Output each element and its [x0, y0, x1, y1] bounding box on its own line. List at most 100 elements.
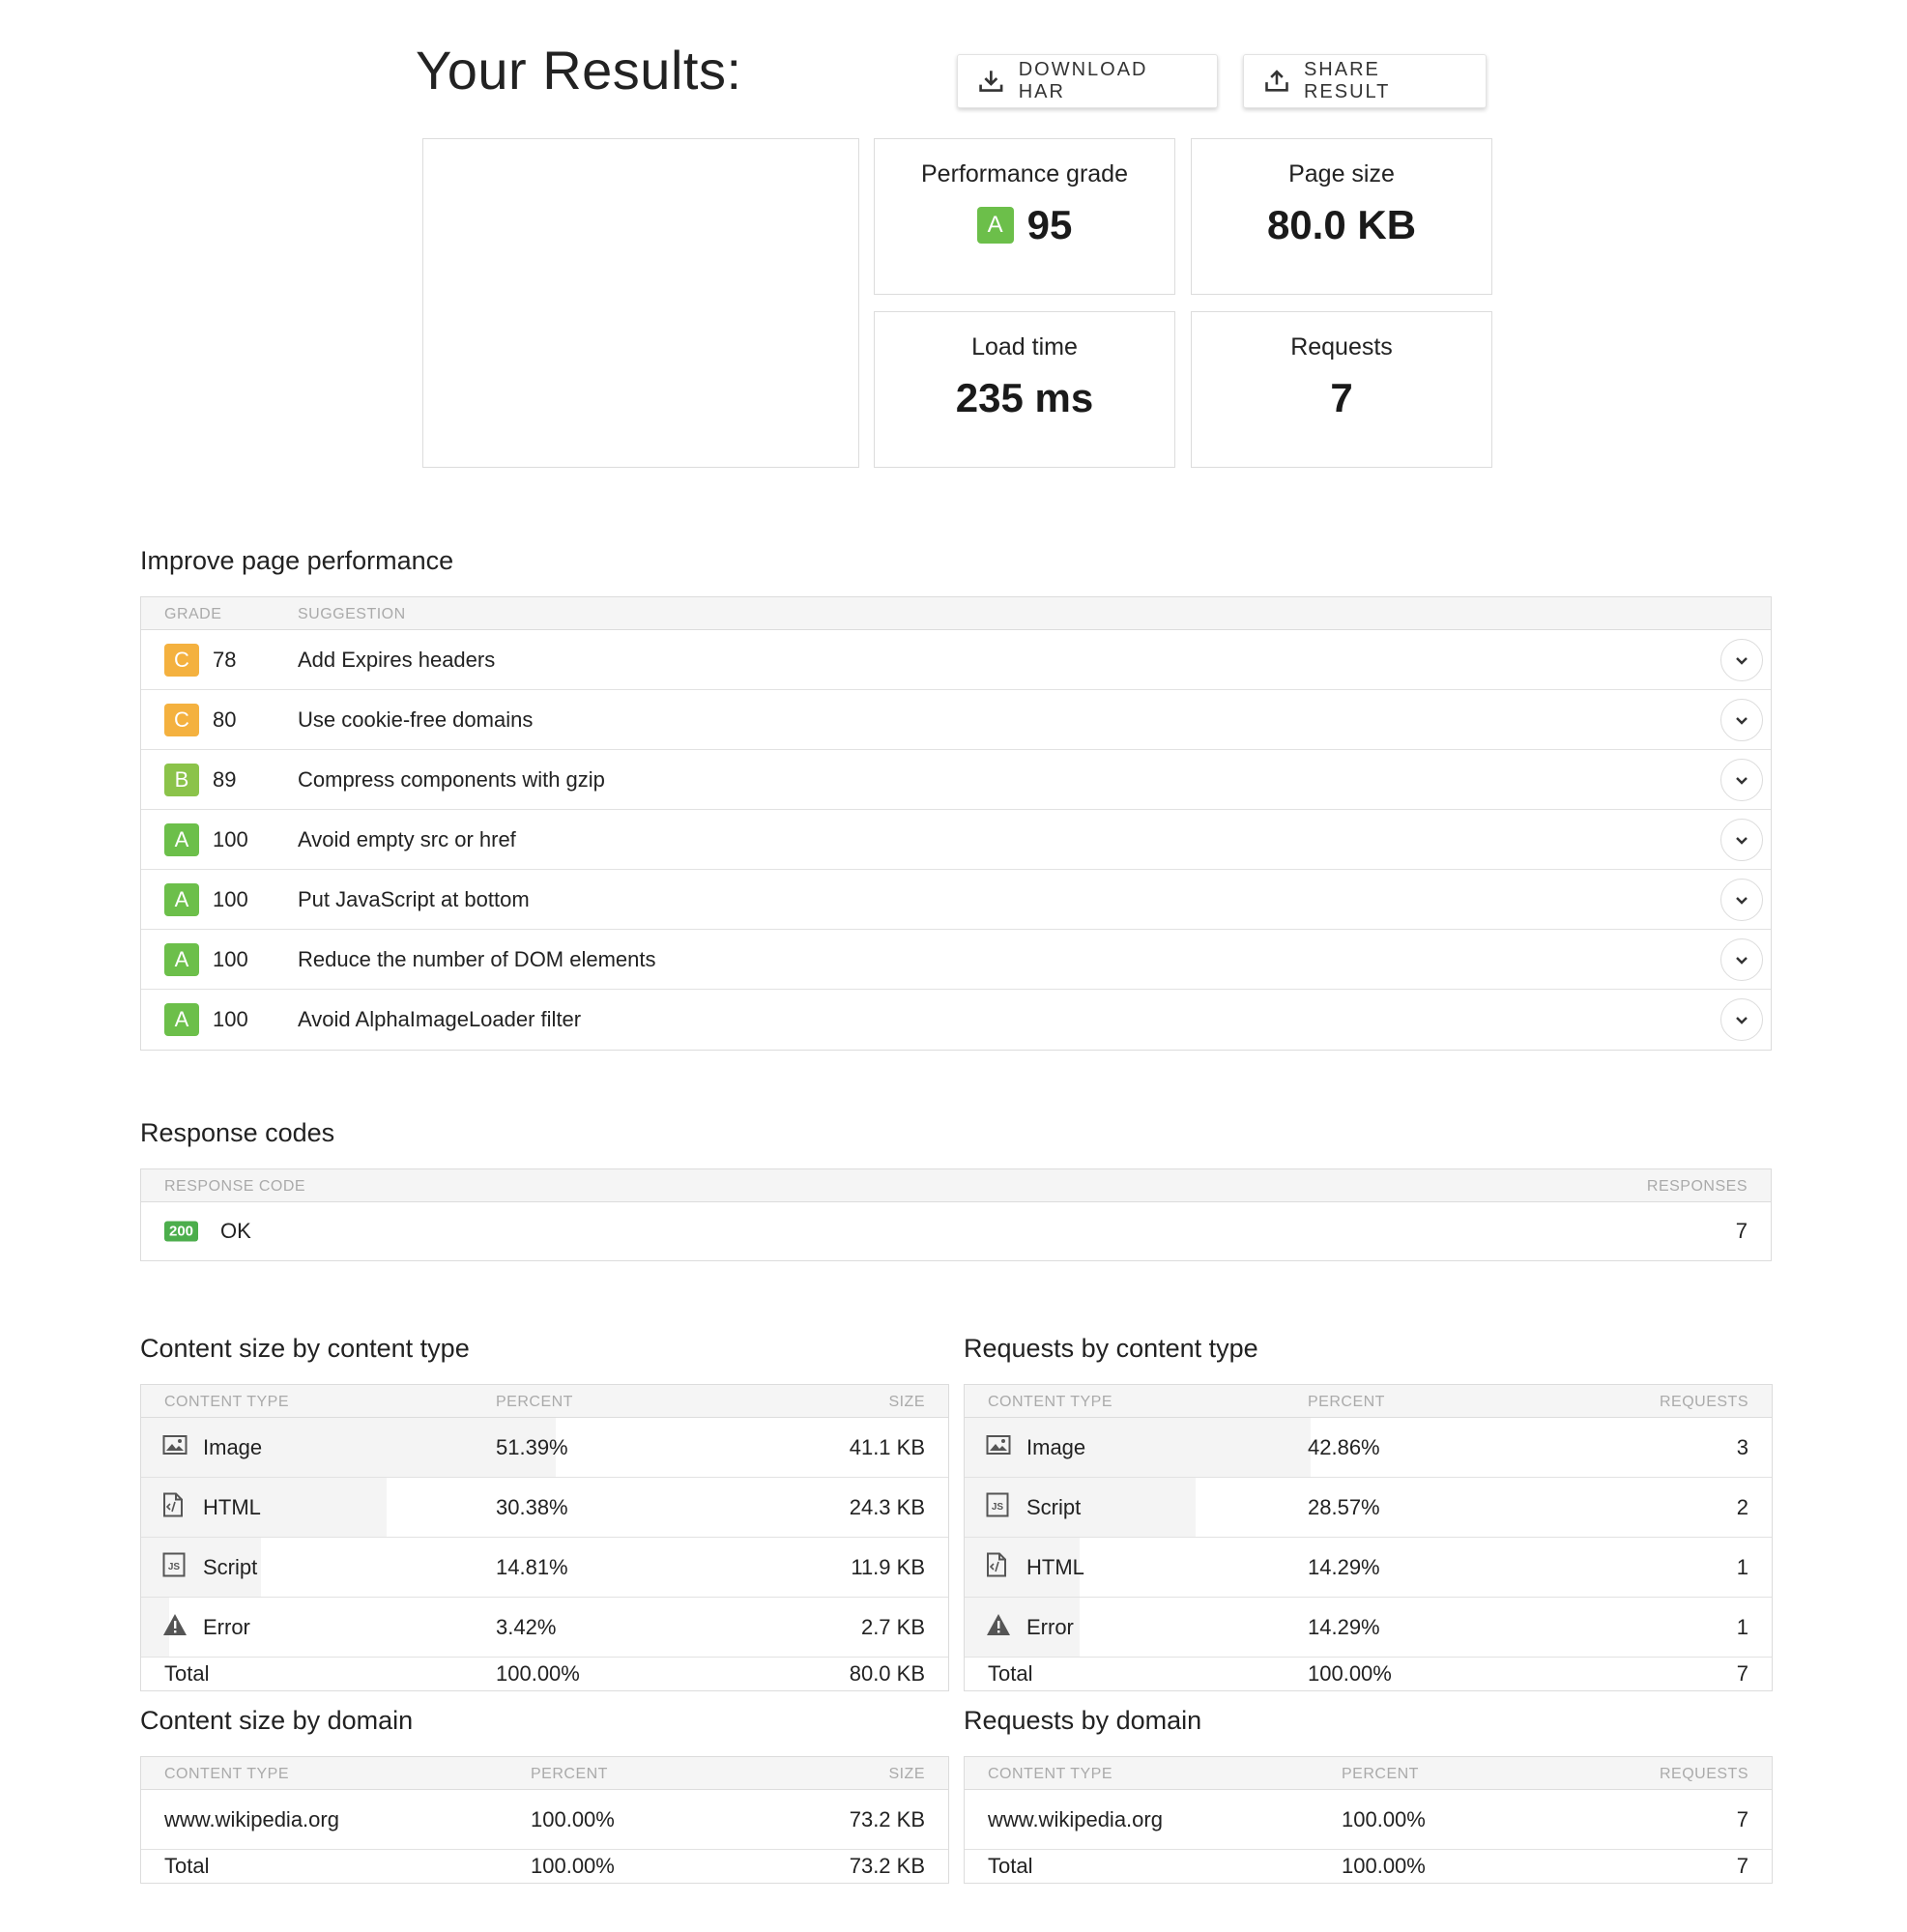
total-percent: 100.00%	[1342, 1854, 1426, 1878]
suggestion-column-header: SUGGESTION	[298, 606, 406, 622]
type-column-header: CONTENT TYPE	[164, 1766, 289, 1782]
grade-score: 89	[213, 766, 237, 792]
grade-badge: A	[164, 942, 199, 976]
content-requests-title: Requests by content type	[964, 1334, 1258, 1363]
percent-value: 14.29%	[1308, 1554, 1380, 1579]
table-row: HTML 14.29% 1	[965, 1538, 1772, 1598]
chevron-down-icon	[1736, 956, 1748, 965]
content-size-title: Content size by content type	[140, 1334, 470, 1363]
chevron-down-icon	[1736, 716, 1748, 725]
grade-score: 100	[213, 886, 248, 911]
load-time-card: Load time 235 ms	[874, 311, 1175, 468]
table-row: Image 42.86% 3	[965, 1418, 1772, 1478]
percent-column-header: PERCENT	[531, 1766, 608, 1782]
table-header: CONTENT TYPE PERCENT REQUESTS	[965, 1757, 1772, 1790]
responses-column-header: RESPONSES	[1646, 1178, 1748, 1195]
response-codes-title: Response codes	[140, 1118, 335, 1147]
requests-label: Requests	[1290, 333, 1393, 360]
suggestion-row[interactable]: B 89 Compress components with gzip	[141, 750, 1771, 810]
share-result-button[interactable]: SHARE RESULT	[1243, 54, 1487, 108]
download-icon	[979, 71, 1003, 92]
suggestion-row[interactable]: A 100 Avoid AlphaImageLoader filter	[141, 990, 1771, 1050]
percent-column-header: PERCENT	[496, 1394, 573, 1410]
percent-value: 14.29%	[1308, 1614, 1380, 1639]
grade-badge: A	[164, 822, 199, 856]
expand-suggestion-button[interactable]	[1720, 937, 1763, 981]
warning-icon	[986, 1613, 1011, 1642]
value-column-header: REQUESTS	[1659, 1394, 1748, 1410]
table-header: CONTENT TYPE PERCENT SIZE	[141, 1385, 948, 1418]
table-header: CONTENT TYPE PERCENT REQUESTS	[965, 1385, 1772, 1418]
response-table-header: RESPONSE CODE RESPONSES	[141, 1169, 1771, 1202]
response-codes-table: RESPONSE CODE RESPONSES 200 OK 7	[140, 1168, 1772, 1261]
script-file-icon: JS	[162, 1552, 186, 1583]
value-column-header: SIZE	[888, 1394, 925, 1410]
performance-grade-value: 95	[1026, 202, 1073, 247]
total-value: 80.0 KB	[849, 1661, 925, 1686]
content-type-name: HTML	[1026, 1554, 1084, 1579]
page-size-card: Page size 80.0 KB	[1191, 138, 1492, 295]
value-column-header: SIZE	[888, 1766, 925, 1782]
download-har-label: DOWNLOAD HAR	[1018, 59, 1148, 102]
grade-badge: A	[164, 1003, 199, 1036]
metric-value: 73.2 KB	[849, 1806, 925, 1831]
metric-value: 41.1 KB	[849, 1434, 925, 1459]
content-type-name: Error	[1026, 1614, 1074, 1639]
suggestion-row[interactable]: A 100 Put JavaScript at bottom	[141, 870, 1771, 930]
domain-size-table: CONTENT TYPE PERCENT SIZE www.wikipedia.org…	[140, 1756, 949, 1884]
expand-suggestion-button[interactable]	[1720, 878, 1763, 921]
domain-requests-table: CONTENT TYPE PERCENT REQUESTS www.wikipedia…	[964, 1756, 1773, 1884]
suggestion-text: Put JavaScript at bottom	[298, 886, 530, 911]
type-column-header: CONTENT TYPE	[988, 1766, 1112, 1782]
total-value: 7	[1736, 1854, 1748, 1878]
grade-badge: A	[164, 882, 199, 916]
chevron-down-icon	[1736, 1017, 1748, 1024]
script-file-icon: JS	[986, 1492, 1009, 1523]
total-row: Total 100.00% 7	[965, 1850, 1772, 1883]
content-type-name: HTML	[203, 1494, 261, 1519]
percent-column-header: PERCENT	[1342, 1766, 1419, 1782]
content-type-name: Script	[1026, 1494, 1082, 1519]
metric-value: 7	[1736, 1806, 1748, 1831]
expand-suggestion-button[interactable]	[1720, 818, 1763, 861]
grade-score: 100	[213, 826, 248, 851]
percent-value: 51.39%	[496, 1434, 568, 1459]
requests-card: Requests 7	[1191, 311, 1492, 468]
total-percent: 100.00%	[1308, 1661, 1392, 1686]
expand-suggestion-button[interactable]	[1720, 758, 1763, 801]
suggestion-row[interactable]: C 78 Add Expires headers	[141, 630, 1771, 690]
grade-badge: C	[164, 703, 199, 736]
share-icon	[1265, 70, 1288, 92]
suggestion-row[interactable]: A 100 Avoid empty src or href	[141, 810, 1771, 870]
total-percent: 100.00%	[496, 1661, 580, 1686]
grade-score: 78	[213, 647, 237, 672]
expand-suggestion-button[interactable]	[1720, 638, 1763, 681]
grade-badge: A	[976, 207, 1014, 244]
html-file-icon	[162, 1492, 184, 1523]
svg-text:JS: JS	[992, 1502, 1004, 1513]
total-row: Total 100.00% 73.2 KB	[141, 1850, 948, 1883]
chevron-down-icon	[1736, 776, 1748, 785]
expand-suggestion-button[interactable]	[1720, 698, 1763, 741]
suggestion-row[interactable]: A 100 Reduce the number of DOM elements	[141, 930, 1771, 990]
response-code-column-header: RESPONSE CODE	[164, 1178, 306, 1195]
metric-value: 2	[1736, 1494, 1748, 1519]
improve-section-title: Improve page performance	[140, 546, 454, 575]
percent-bar	[965, 1418, 1311, 1477]
expand-suggestion-button[interactable]	[1720, 998, 1763, 1041]
value-column-header: REQUESTS	[1659, 1766, 1748, 1782]
total-value: 73.2 KB	[849, 1854, 925, 1878]
response-code-row: 200 OK 7	[141, 1202, 1771, 1260]
suggestion-row[interactable]: C 80 Use cookie-free domains	[141, 690, 1771, 750]
download-har-button[interactable]: DOWNLOAD HAR	[957, 54, 1218, 108]
content-type-name: Error	[203, 1614, 250, 1639]
table-row: Image 51.39% 41.1 KB	[141, 1418, 948, 1478]
html-file-icon	[986, 1552, 1007, 1583]
domain-requests-title: Requests by domain	[964, 1706, 1202, 1735]
domain-name: www.wikipedia.org	[164, 1806, 339, 1831]
table-row: JS Script 14.81% 11.9 KB	[141, 1538, 948, 1598]
grade-score: 80	[213, 706, 237, 732]
metric-value: 1	[1736, 1554, 1748, 1579]
total-row: Total 100.00% 80.0 KB	[141, 1658, 948, 1690]
chevron-down-icon	[1736, 656, 1748, 665]
